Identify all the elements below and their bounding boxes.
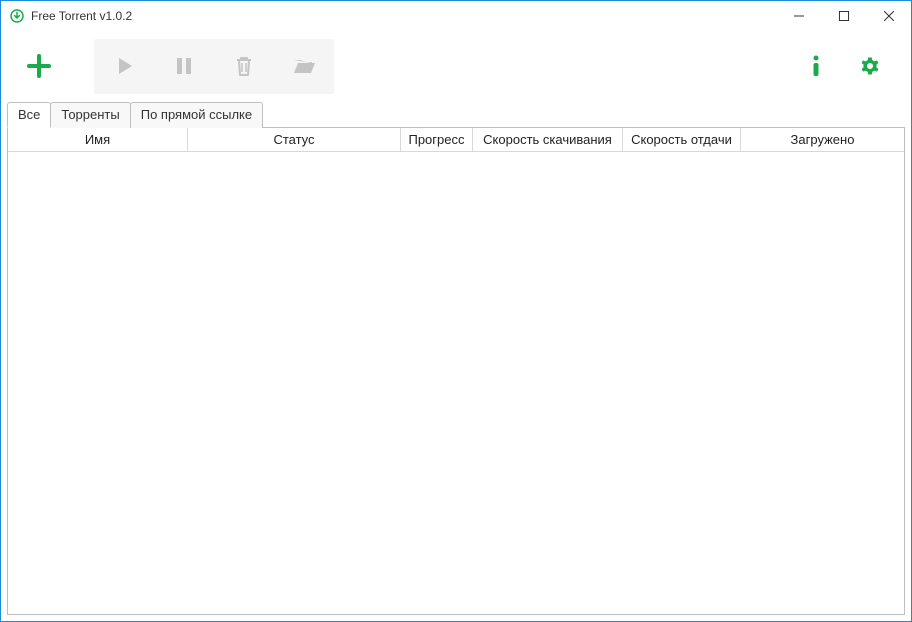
pause-button[interactable]	[154, 39, 214, 94]
column-header-name[interactable]: Имя	[8, 128, 188, 151]
table-body[interactable]	[8, 152, 904, 614]
info-icon	[811, 54, 821, 78]
titlebar: Free Torrent v1.0.2	[1, 1, 911, 31]
close-button[interactable]	[866, 1, 911, 31]
trash-icon	[234, 55, 254, 77]
folder-icon	[292, 56, 316, 76]
column-header-status[interactable]: Статус	[188, 128, 401, 151]
minimize-button[interactable]	[776, 1, 821, 31]
pause-icon	[174, 55, 194, 77]
download-table: Имя Статус Прогресс Скорость скачивания …	[7, 127, 905, 615]
tab-all[interactable]: Все	[7, 102, 51, 128]
play-icon	[113, 55, 135, 77]
info-button[interactable]	[791, 39, 841, 94]
tab-label: По прямой ссылке	[141, 107, 252, 122]
plus-icon	[26, 53, 52, 79]
settings-button[interactable]	[845, 39, 895, 94]
play-button[interactable]	[94, 39, 154, 94]
gear-icon	[859, 55, 881, 77]
add-button[interactable]	[11, 39, 66, 94]
toolbar-group	[94, 39, 334, 94]
open-folder-button[interactable]	[274, 39, 334, 94]
toolbar	[1, 31, 911, 101]
column-header-progress[interactable]: Прогресс	[401, 128, 473, 151]
tab-label: Все	[18, 107, 40, 122]
column-header-upload-speed[interactable]: Скорость отдачи	[623, 128, 741, 151]
tab-bar: Все Торренты По прямой ссылке	[1, 101, 911, 127]
window-title: Free Torrent v1.0.2	[31, 9, 132, 23]
table-header: Имя Статус Прогресс Скорость скачивания …	[8, 128, 904, 152]
column-header-loaded[interactable]: Загружено	[741, 128, 904, 151]
delete-button[interactable]	[214, 39, 274, 94]
column-header-download-speed[interactable]: Скорость скачивания	[473, 128, 623, 151]
app-icon	[9, 8, 25, 24]
tab-torrents[interactable]: Торренты	[50, 102, 130, 128]
maximize-button[interactable]	[821, 1, 866, 31]
tab-direct-link[interactable]: По прямой ссылке	[130, 102, 263, 128]
tab-label: Торренты	[61, 107, 119, 122]
